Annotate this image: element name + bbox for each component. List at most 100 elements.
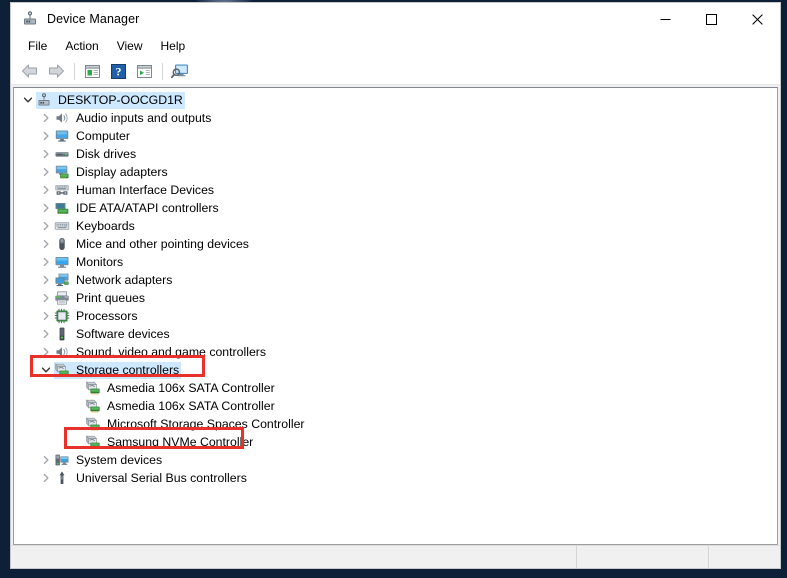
display-adapter-icon [54, 164, 70, 180]
chevron-right-icon[interactable] [38, 473, 54, 483]
tree-node[interactable]: Disk drives [14, 145, 777, 163]
tree-node[interactable]: Microsoft Storage Spaces Controller [14, 415, 777, 433]
chevron-right-icon[interactable] [38, 311, 54, 321]
tree-node[interactable]: System devices [14, 451, 777, 469]
processor-icon [54, 308, 70, 324]
scan-icon [136, 64, 152, 78]
speaker-icon [54, 344, 70, 360]
tree-node-label: Audio inputs and outputs [76, 111, 212, 125]
content-area: DESKTOP-OOCGD1R Audio inputs and outputs C… [11, 85, 780, 545]
chevron-right-icon[interactable] [38, 185, 54, 195]
tree-node[interactable]: Asmedia 106x SATA Controller [14, 397, 777, 415]
tree-node-content: Processors [54, 308, 140, 325]
disk-drive-icon [54, 146, 70, 162]
help-button[interactable]: ? [106, 60, 130, 82]
menu-help[interactable]: Help [152, 36, 195, 57]
tree-node-label: Storage controllers [76, 363, 180, 377]
menu-file[interactable]: File [19, 36, 56, 57]
software-device-icon [54, 326, 70, 342]
tree-node-label: Sound, video and game controllers [76, 345, 267, 359]
storage-controller-icon [54, 362, 70, 378]
network-adapter-icon [54, 272, 70, 288]
chevron-right-icon[interactable] [38, 455, 54, 465]
close-icon [751, 13, 763, 25]
tree-node-content: Audio inputs and outputs [54, 110, 213, 127]
chevron-right-icon[interactable] [38, 113, 54, 123]
chevron-right-icon[interactable] [38, 203, 54, 213]
show-devices-button[interactable] [168, 60, 192, 82]
minimize-icon [660, 18, 670, 20]
status-pane-third [709, 546, 780, 568]
tree-node[interactable]: Display adapters [14, 163, 777, 181]
tree-node[interactable]: Samsung NVMe Controller [14, 433, 777, 451]
chevron-right-icon[interactable] [38, 329, 54, 339]
toolbar: ? [11, 58, 780, 85]
chevron-right-icon[interactable] [38, 293, 54, 303]
tree-node[interactable]: Keyboards [14, 217, 777, 235]
chevron-right-icon[interactable] [38, 239, 54, 249]
tree-node-content: Display adapters [54, 164, 170, 181]
tree-node-label: Samsung NVMe Controller [107, 435, 254, 449]
menu-action[interactable]: Action [56, 36, 107, 57]
tree-node-label: Print queues [76, 291, 146, 305]
chevron-right-icon[interactable] [38, 221, 54, 231]
chevron-down-icon[interactable] [20, 95, 36, 105]
tree-root-node[interactable]: DESKTOP-OOCGD1R [14, 91, 777, 109]
chevron-right-icon[interactable] [38, 275, 54, 285]
tree-node-content: Storage controllers [54, 361, 182, 379]
tree-node-label: DESKTOP-OOCGD1R [58, 93, 183, 107]
tree-node-label: Keyboards [76, 219, 135, 233]
chevron-down-icon[interactable] [38, 365, 54, 375]
chevron-right-icon[interactable] [38, 131, 54, 141]
tree-node-content: Keyboards [54, 218, 137, 235]
minimize-button[interactable] [642, 3, 688, 35]
keyboard-icon [54, 218, 70, 234]
properties-button[interactable] [80, 60, 104, 82]
tree-node[interactable]: Computer [14, 127, 777, 145]
close-button[interactable] [734, 3, 780, 35]
forward-button[interactable] [44, 60, 68, 82]
tree-node[interactable]: IDE ATA/ATAPI controllers [14, 199, 777, 217]
menu-view[interactable]: View [108, 36, 152, 57]
computer-root-icon [36, 92, 52, 108]
forward-arrow-icon [49, 64, 64, 78]
tree-node[interactable]: Universal Serial Bus controllers [14, 469, 777, 487]
tree-node-content: Print queues [54, 290, 147, 307]
tree-node[interactable]: Software devices [14, 325, 777, 343]
chevron-right-icon[interactable] [38, 257, 54, 267]
tree-node[interactable]: Human Interface Devices [14, 181, 777, 199]
tree-node[interactable]: Asmedia 106x SATA Controller [14, 379, 777, 397]
storage-controller-icon [85, 398, 101, 414]
back-button[interactable] [18, 60, 42, 82]
tree-node[interactable]: Print queues [14, 289, 777, 307]
tree-node-label: Processors [76, 309, 138, 323]
tree-node-content: Asmedia 106x SATA Controller [85, 398, 277, 415]
tree-node[interactable]: Storage controllers [14, 361, 777, 379]
tree-node[interactable]: Audio inputs and outputs [14, 109, 777, 127]
device-tree[interactable]: DESKTOP-OOCGD1R Audio inputs and outputs C… [13, 87, 778, 545]
device-manager-icon [21, 10, 39, 28]
toolbar-separator-2 [162, 62, 163, 80]
tree-node-content: Computer [54, 128, 132, 145]
svg-text:?: ? [115, 64, 121, 78]
tree-node-label: Mice and other pointing devices [76, 237, 249, 251]
maximize-button[interactable] [688, 3, 734, 35]
chevron-right-icon[interactable] [38, 347, 54, 357]
tree-node-content: Universal Serial Bus controllers [54, 470, 249, 487]
tree-node[interactable]: Monitors [14, 253, 777, 271]
chevron-right-icon[interactable] [38, 167, 54, 177]
menu-bar: File Action View Help [11, 35, 780, 58]
tree-node[interactable]: Network adapters [14, 271, 777, 289]
toolbar-separator [74, 62, 75, 80]
tree-node-content: Network adapters [54, 272, 174, 289]
tree-node[interactable]: Sound, video and game controllers [14, 343, 777, 361]
question-mark-icon: ? [110, 63, 126, 79]
storage-controller-icon [85, 416, 101, 432]
tree-node[interactable]: Processors [14, 307, 777, 325]
tree-node[interactable]: Mice and other pointing devices [14, 235, 777, 253]
scan-hardware-button[interactable] [132, 60, 156, 82]
chevron-right-icon[interactable] [38, 149, 54, 159]
tree-node-content: Asmedia 106x SATA Controller [85, 380, 277, 397]
tree-node-label: Human Interface Devices [76, 183, 215, 197]
monitor-blue-icon [54, 254, 70, 270]
